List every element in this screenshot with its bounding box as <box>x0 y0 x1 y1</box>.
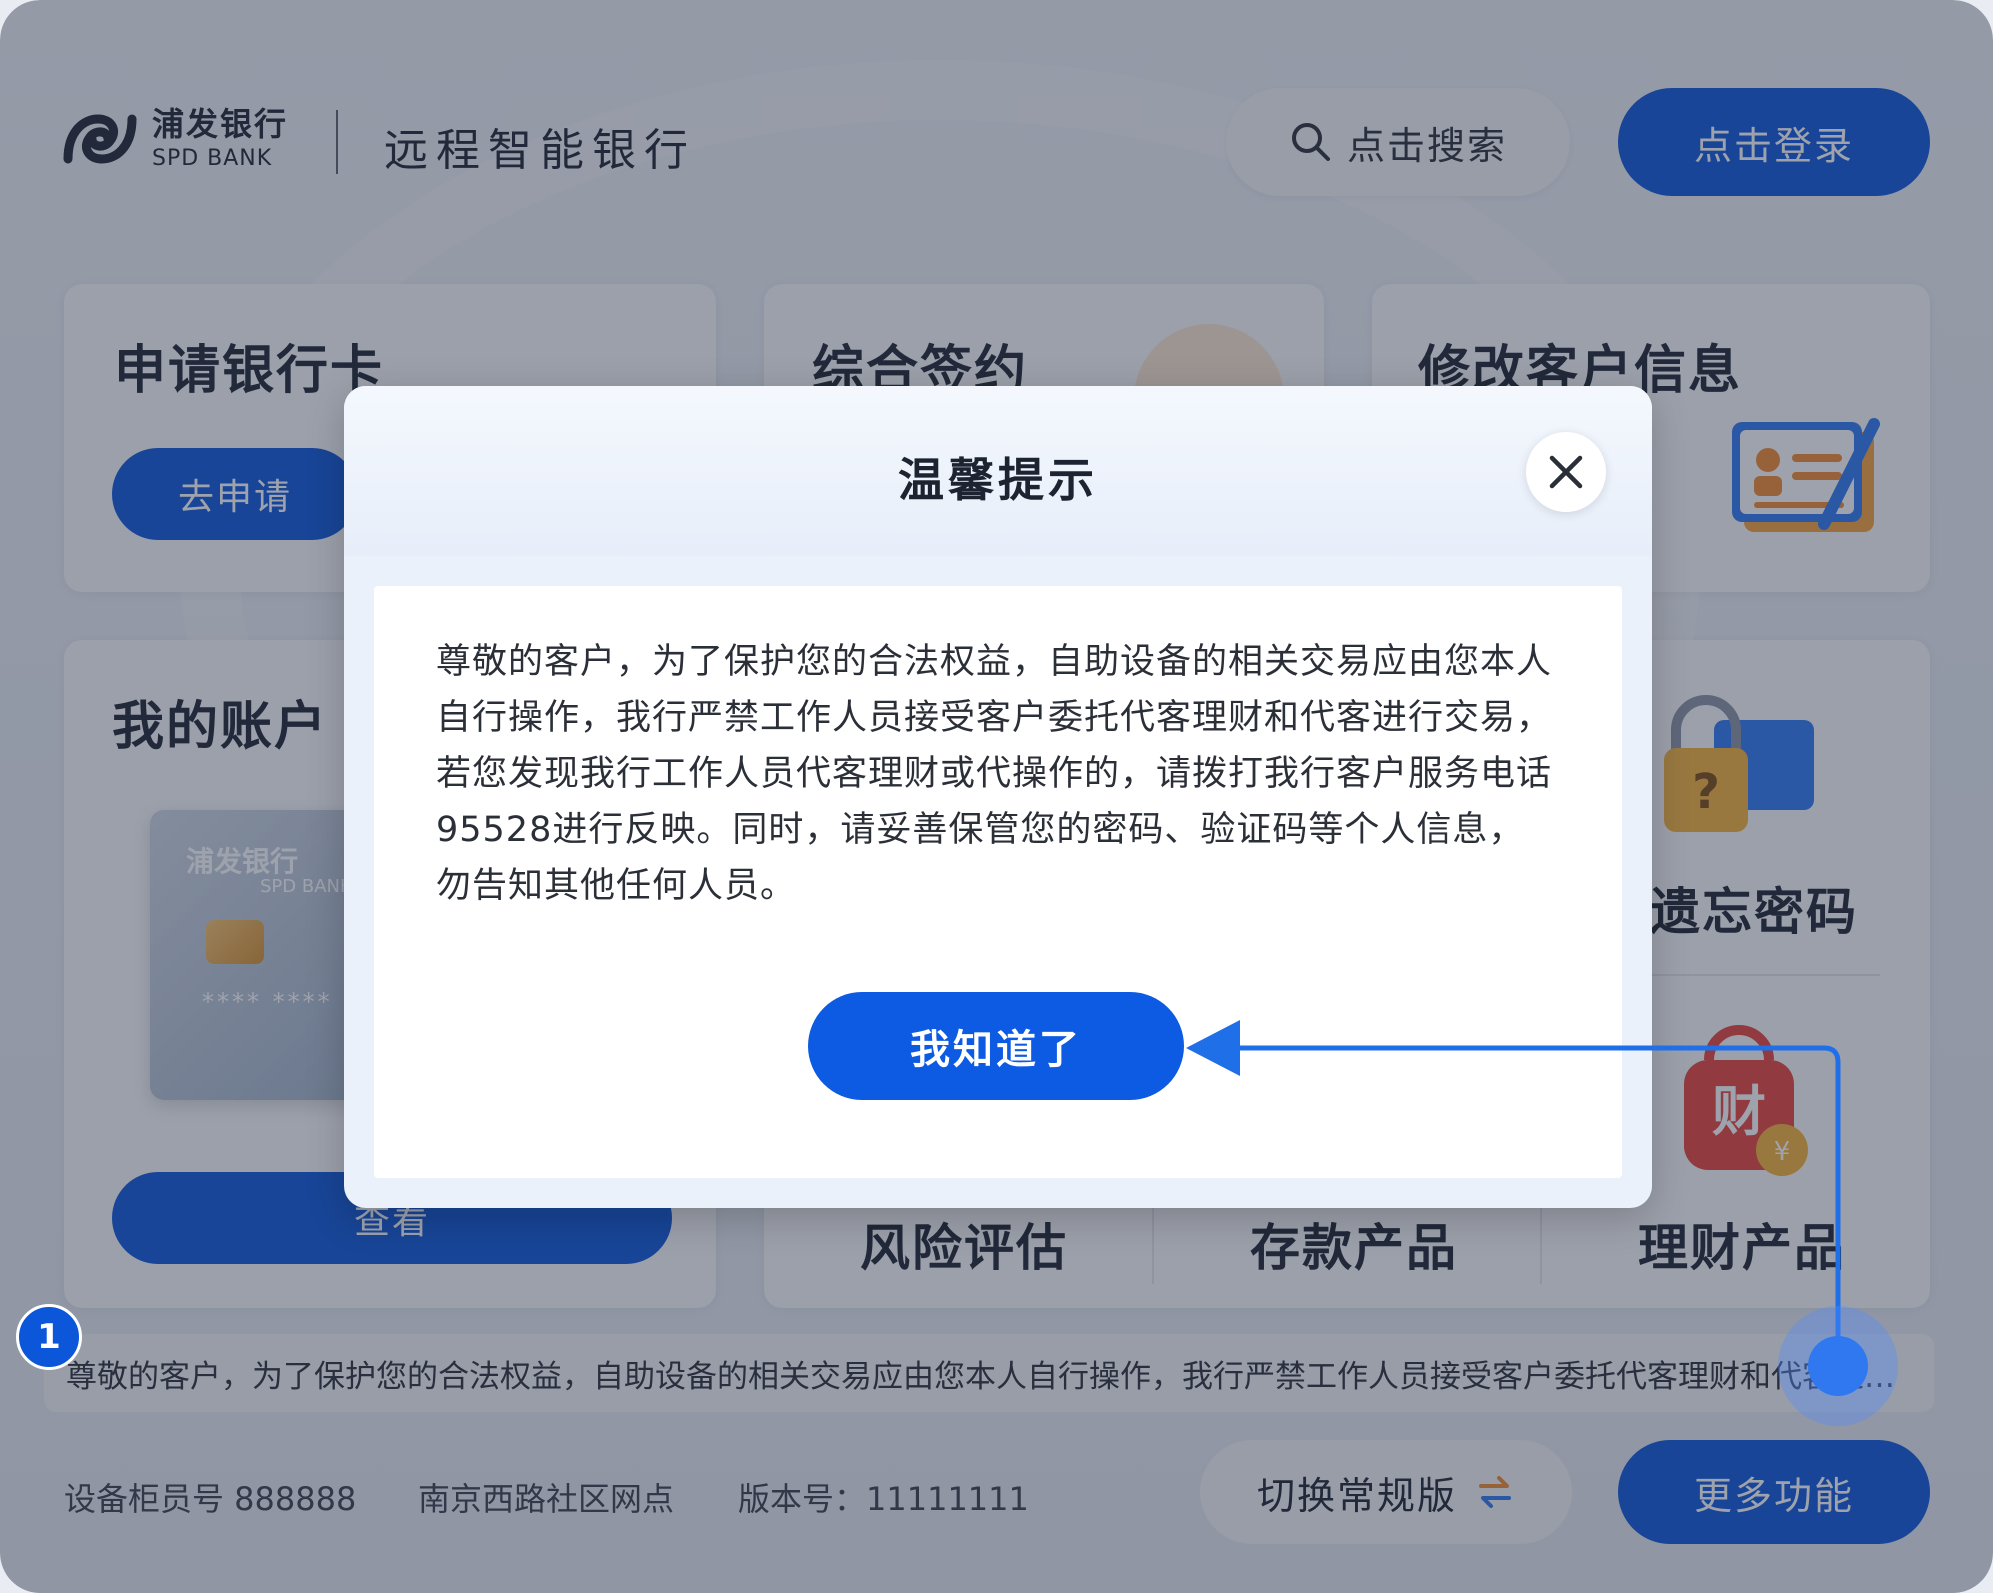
step-number-badge: 1 <box>16 1304 82 1370</box>
tap-indicator-dot <box>1808 1336 1868 1396</box>
app-frame: 浦发银行 SPD BANK 远程智能银行 点击搜索 点击登录 申请银行卡 去申请… <box>0 0 1993 1593</box>
step-arrow <box>1186 1020 1841 1366</box>
